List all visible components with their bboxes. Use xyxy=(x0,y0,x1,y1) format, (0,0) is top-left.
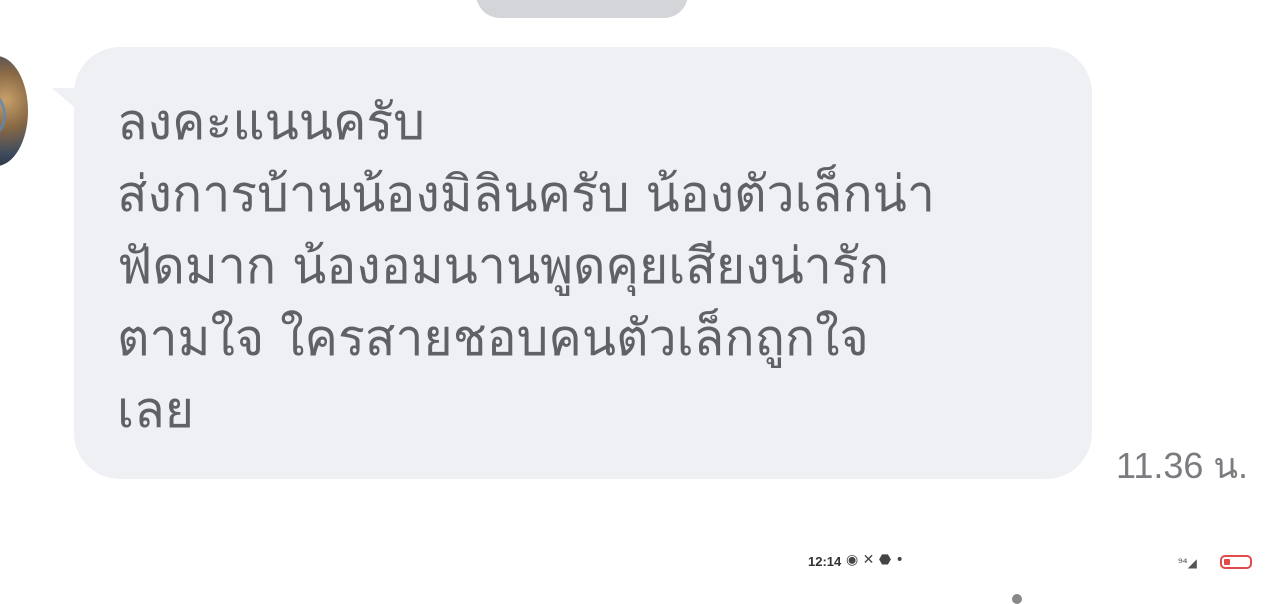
bottom-indicator-dot xyxy=(1012,594,1022,604)
message-line: ลงคะแนนครับ xyxy=(117,93,425,151)
message-line: ส่งการบ้านน้องมิลินครับ น้องตัวเล็กน่า xyxy=(117,165,935,223)
battery-icon xyxy=(1220,555,1252,569)
sender-avatar[interactable] xyxy=(0,56,28,166)
avatar-ring xyxy=(0,92,6,138)
message-line: ตามใจ ใครสายชอบคนตัวเล็กถูกใจ xyxy=(117,309,869,367)
status-bar: 12:14 ◉ ✕ ⬣ • ⁹⁴◢ xyxy=(0,548,1280,580)
message-timestamp: 11.36 น. xyxy=(1116,445,1249,486)
message-line: ฟัดมาก น้องอมนานพูดคุยเสียงน่ารัก xyxy=(117,237,889,295)
message-line: เลย xyxy=(117,381,195,439)
notification-icons: ◉ ✕ ⬣ • xyxy=(846,552,904,568)
status-time: 12:14 xyxy=(808,554,842,569)
signal-icon: ⁹⁴◢ xyxy=(1178,556,1197,570)
battery-level xyxy=(1224,559,1230,565)
message-text: ลงคะแนนครับ ส่งการบ้านน้องมิลินครับ น้อง… xyxy=(117,86,1077,446)
status-right-group: ⁹⁴◢ xyxy=(1178,554,1258,572)
top-date-pill xyxy=(476,0,688,18)
